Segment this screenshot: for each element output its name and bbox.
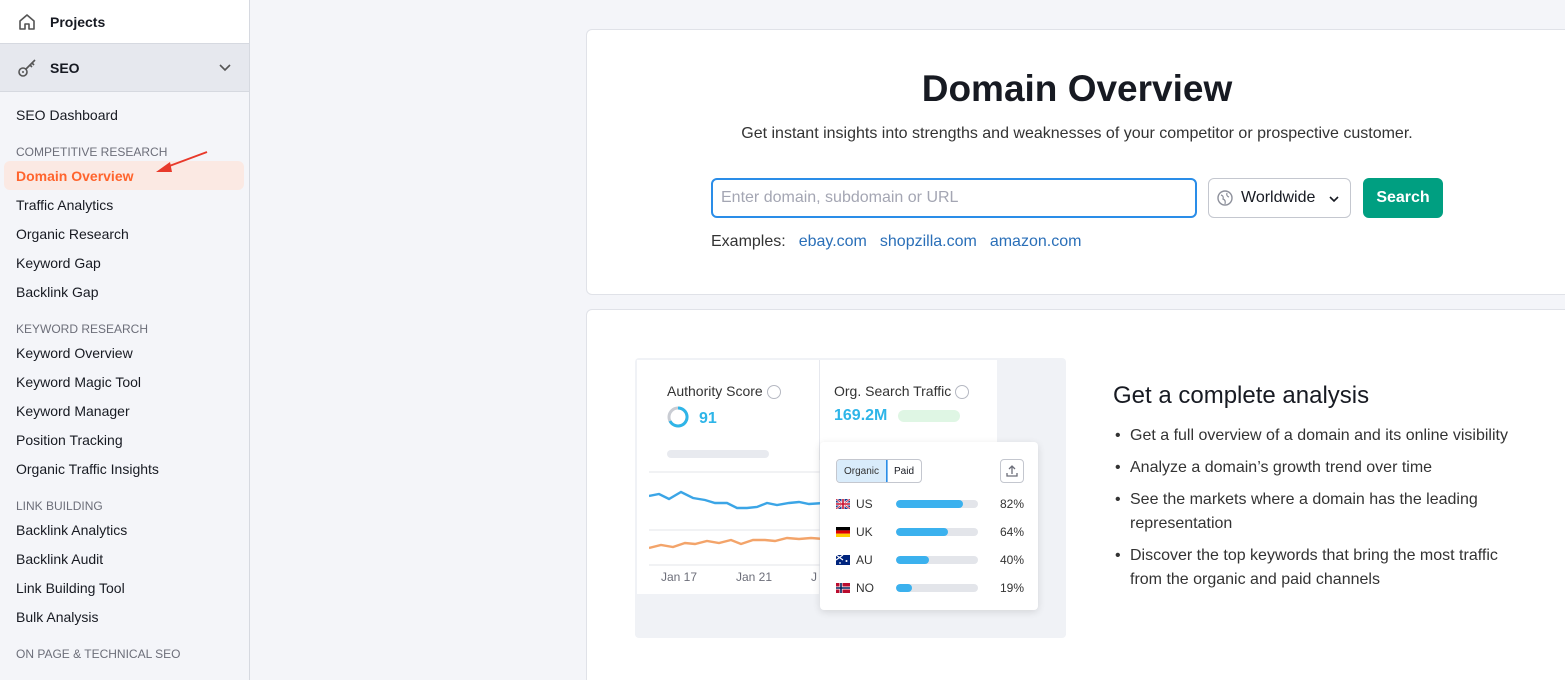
sidebar-item-bulk-analysis[interactable]: Bulk Analysis [0, 602, 249, 631]
flag-au-icon [836, 555, 850, 565]
country-share-percent: 19% [999, 581, 1024, 595]
domain-overview-card: Domain Overview Get instant insights int… [586, 29, 1565, 295]
sidebar-item-organic-traffic-insights[interactable]: Organic Traffic Insights [0, 454, 249, 483]
sidebar-item-position-tracking[interactable]: Position Tracking [0, 425, 249, 454]
sidebar-projects-label: Projects [50, 13, 106, 30]
country-code: NO [856, 581, 874, 595]
sidebar-section-heading: LINK BUILDING [16, 499, 103, 513]
placeholder-bar [667, 450, 769, 458]
country-share-bar [896, 528, 978, 536]
sidebar-projects[interactable]: Projects [0, 0, 249, 44]
sidebar-item-organic-research[interactable]: Organic Research [0, 219, 249, 248]
list-item: Discover the top keywords that bring the… [1113, 544, 1513, 592]
domain-overview-illustration: Authority Score 91 Jan 17 Jan 21 J Org. … [635, 358, 1066, 638]
country-share-percent: 64% [999, 525, 1024, 539]
example-link-shopzilla[interactable]: shopzilla.com [880, 233, 977, 251]
trend-chart [649, 471, 824, 566]
analysis-card: Authority Score 91 Jan 17 Jan 21 J Org. … [586, 309, 1565, 680]
authority-score-value: 91 [699, 410, 717, 427]
chevron-down-icon[interactable] [217, 60, 233, 76]
country-share-fill [896, 528, 949, 536]
country-share-bar [896, 500, 978, 508]
list-item: Get a full overview of a domain and its … [1113, 424, 1513, 448]
sidebar-item-keyword-manager[interactable]: Keyword Manager [0, 396, 249, 425]
organic-paid-toggle: Organic Paid [836, 459, 923, 483]
flag-no-icon [836, 583, 850, 593]
examples-label: Examples: [711, 233, 786, 250]
country-code: US [856, 497, 873, 511]
organic-trend-line [649, 490, 824, 510]
home-icon [16, 11, 38, 33]
sidebar-item-keyword-magic-tool[interactable]: Keyword Magic Tool [0, 367, 249, 396]
example-link-amazon[interactable]: amazon.com [990, 233, 1082, 251]
country-code: AU [856, 553, 873, 567]
database-select[interactable]: Worldwide [1208, 178, 1351, 218]
org-search-traffic-label: Org. Search Traffic [834, 383, 970, 400]
sidebar-item-backlink-audit[interactable]: Backlink Audit [0, 544, 249, 573]
sidebar-item-link-building-tool[interactable]: Link Building Tool [0, 573, 249, 602]
country-share-bar [896, 556, 978, 564]
country-share-fill [896, 584, 912, 592]
globe-icon [1217, 190, 1233, 206]
country-code: UK [856, 525, 873, 539]
sidebar-section-heading: ON PAGE & TECHNICAL SEO [16, 647, 181, 661]
database-select-value: Worldwide [1241, 189, 1316, 206]
country-share-fill [896, 500, 964, 508]
country-row: UK 64% [836, 524, 1024, 540]
country-share-bar [896, 584, 978, 592]
sidebar-nav: SEO Dashboard COMPETITIVE RESEARCH Domain … [0, 100, 249, 661]
sidebar-item-backlink-analytics[interactable]: Backlink Analytics [0, 515, 249, 544]
country-distribution-widget: Organic Paid US 82% UK 64% AU 40% NO 19% [820, 442, 1038, 610]
authority-score-label: Authority Score [667, 383, 781, 400]
country-row: NO 19% [836, 580, 1024, 596]
analysis-bullets: Get a full overview of a domain and its … [1113, 424, 1513, 600]
sidebar-item-traffic-analytics[interactable]: Traffic Analytics [0, 190, 249, 219]
toggle-organic[interactable]: Organic [837, 460, 889, 482]
country-row: US 82% [836, 496, 1024, 512]
search-button[interactable]: Search [1363, 178, 1443, 218]
x-axis-label: Jan 17 [661, 570, 698, 584]
sidebar-section-heading: KEYWORD RESEARCH [16, 322, 149, 336]
toggle-paid[interactable]: Paid [887, 460, 921, 482]
sidebar-seo[interactable]: SEO [0, 44, 249, 92]
sidebar-item-backlink-gap[interactable]: Backlink Gap [0, 277, 249, 306]
analysis-title: Get a complete analysis [1113, 382, 1370, 409]
flag-uk-icon [836, 527, 850, 537]
flag-us-icon [836, 499, 850, 509]
paid-trend-line [649, 536, 824, 550]
country-share-percent: 82% [999, 497, 1024, 511]
x-axis-label: Jan 21 [736, 570, 773, 584]
sidebar-item-keyword-gap[interactable]: Keyword Gap [0, 248, 249, 277]
org-search-traffic-value: 169.2M [834, 407, 888, 424]
country-share-percent: 40% [999, 553, 1024, 567]
traffic-trend-bar [898, 410, 960, 422]
sidebar-seo-label: SEO [50, 59, 80, 76]
country-row: AU 40% [836, 552, 1024, 568]
authority-widget: Authority Score 91 Jan 17 Jan 21 J [637, 360, 824, 594]
examples: Examples: ebay.com shopzilla.com amazon.… [711, 233, 1081, 251]
sidebar-item-keyword-overview[interactable]: Keyword Overview [0, 338, 249, 367]
sidebar: Projects SEO SEO Dashboard COMPETITIVE RE… [0, 0, 250, 680]
list-item: Analyze a domain’s growth trend over tim… [1113, 456, 1513, 480]
chevron-down-icon [1329, 196, 1339, 203]
red-arrow-annotation [156, 151, 208, 172]
x-axis-label: J [811, 570, 817, 584]
seo-key-icon [16, 56, 40, 80]
country-share-fill [896, 556, 929, 564]
example-link-ebay[interactable]: ebay.com [799, 233, 867, 251]
sidebar-item-seo-dashboard[interactable]: SEO Dashboard [0, 100, 249, 129]
domain-search-input[interactable] [711, 178, 1197, 218]
page-subtitle: Get instant insights into strengths and … [741, 125, 1413, 142]
export-icon[interactable] [1000, 459, 1024, 483]
page-title: Domain Overview [921, 68, 1233, 109]
info-icon [955, 385, 970, 400]
list-item: See the markets where a domain has the l… [1113, 488, 1513, 536]
info-icon [766, 385, 781, 400]
authority-score-ring [667, 406, 689, 428]
